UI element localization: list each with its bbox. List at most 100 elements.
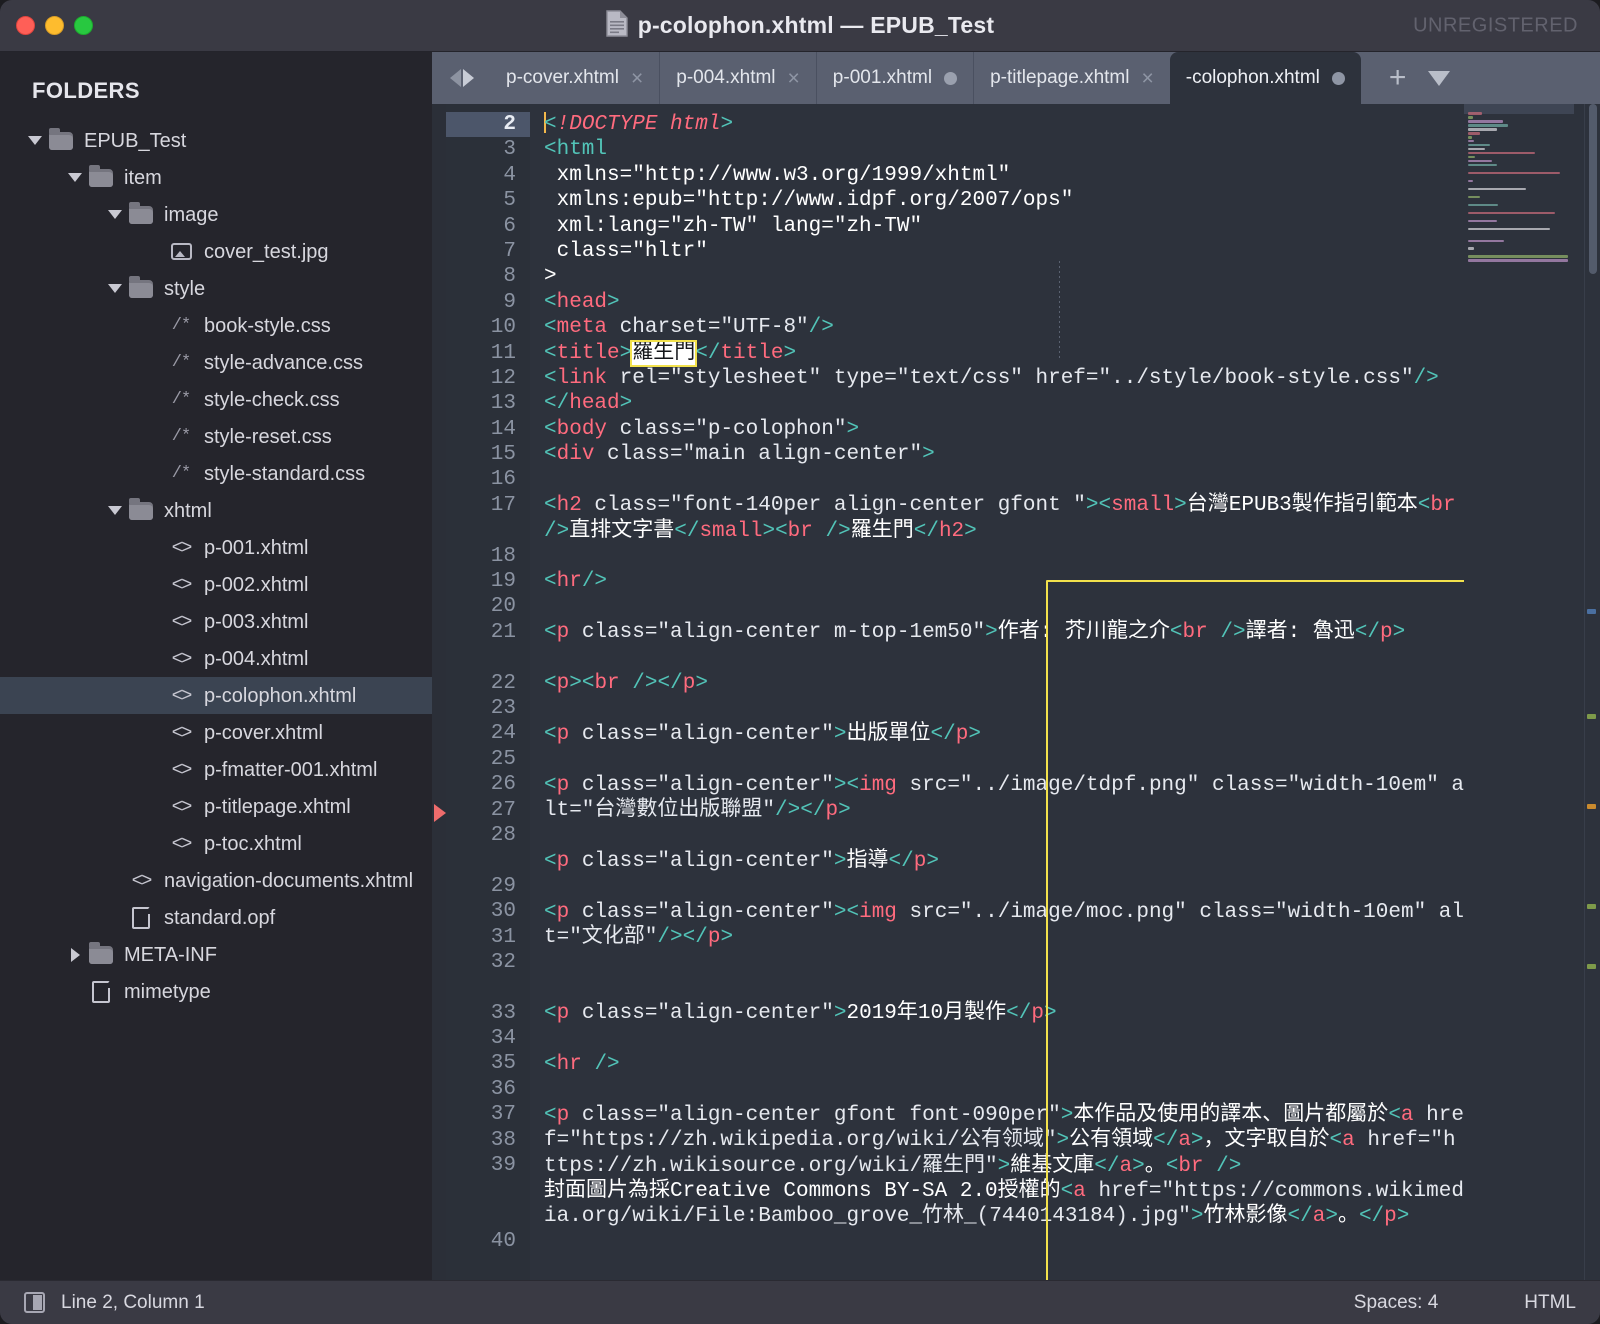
- tree-item-p-toc-xhtml[interactable]: <> p-toc.xhtml: [0, 825, 432, 862]
- tree-item-style-advance-css[interactable]: /* style-advance.css: [0, 344, 432, 381]
- line-number: 16: [490, 468, 516, 492]
- tree-item-cover-test-jpg[interactable]: cover_test.jpg: [0, 233, 432, 270]
- tree-item-p-002-xhtml[interactable]: <> p-002.xhtml: [0, 566, 432, 603]
- tab-nav-arrows[interactable]: [432, 52, 490, 104]
- minimap[interactable]: [1464, 104, 1584, 1280]
- tab-p-004-xhtml[interactable]: p-004.xhtml ×: [659, 52, 816, 104]
- minimap-line: [1468, 115, 1473, 119]
- tree-item-style-standard-css[interactable]: /* style-standard.css: [0, 455, 432, 492]
- line-number-wrap: .: [446, 1178, 530, 1203]
- tree-item-p-fmatter-001-xhtml[interactable]: <> p-fmatter-001.xhtml: [0, 751, 432, 788]
- unsaved-dot-icon[interactable]: [944, 71, 958, 85]
- tree-item-xhtml[interactable]: xhtml: [0, 492, 432, 529]
- tree-item-p-colophon-xhtml[interactable]: <> p-colophon.xhtml: [0, 677, 432, 714]
- minimap-line: [1468, 168, 1472, 171]
- line-number-gutter: 234567891011121314151617.18192021.222324…: [446, 104, 530, 1280]
- line-number: 8: [503, 265, 516, 289]
- tab-label: p-001.xhtml: [832, 67, 933, 88]
- tree-item-book-style-css[interactable]: /* book-style.css: [0, 307, 432, 344]
- chevron-down-icon[interactable]: [104, 210, 126, 219]
- close-button[interactable]: [16, 16, 35, 35]
- tree-item-style-check-css[interactable]: /* style-check.css: [0, 381, 432, 418]
- tree-item-navigation-documents-xhtml[interactable]: <> navigation-documents.xhtml: [0, 862, 432, 899]
- tree-item-p-titlepage-xhtml[interactable]: <> p-titlepage.xhtml: [0, 788, 432, 825]
- line-number: 10: [490, 316, 516, 340]
- tree-item-label: style-reset.css: [204, 425, 332, 448]
- vertical-scrollbar[interactable]: [1584, 104, 1600, 1280]
- chevron-down-icon[interactable]: [104, 506, 126, 515]
- line-number: 30: [490, 900, 516, 924]
- editor-pane: p-cover.xhtml × p-004.xhtml × p-001.xhtml p-t…: [432, 52, 1600, 1280]
- tab--colophon-xhtml[interactable]: -colophon.xhtml: [1169, 52, 1361, 104]
- fold-marker-icon[interactable]: [434, 804, 446, 822]
- minimap-line: [1468, 208, 1472, 211]
- minimap-line: [1468, 192, 1472, 195]
- status-right-group: Spaces: 4 HTML: [1354, 1292, 1576, 1314]
- unsaved-dot-icon[interactable]: [1331, 71, 1345, 85]
- new-tab-icon[interactable]: +: [1389, 63, 1407, 93]
- line-number: 20: [490, 595, 516, 619]
- tab-p-titlepage-xhtml[interactable]: p-titlepage.xhtml ×: [973, 52, 1170, 104]
- folder-icon: [46, 127, 76, 150]
- zoom-button[interactable]: [74, 16, 93, 35]
- sidebar-header: FOLDERS: [32, 78, 140, 103]
- tab-bar: p-cover.xhtml × p-004.xhtml × p-001.xhtml p-t…: [432, 52, 1600, 104]
- minimap-line: [1468, 179, 1473, 183]
- tree-item-style[interactable]: style: [0, 270, 432, 307]
- tree-item-p-cover-xhtml[interactable]: <> p-cover.xhtml: [0, 714, 432, 751]
- tree-item-meta-inf[interactable]: META-INF: [0, 936, 432, 973]
- chevron-right-icon[interactable]: [64, 947, 86, 962]
- tree-item-p-003-xhtml[interactable]: <> p-003.xhtml: [0, 603, 432, 640]
- fold-strip[interactable]: [432, 104, 446, 1280]
- tab-p-cover-xhtml[interactable]: p-cover.xhtml ×: [490, 52, 659, 104]
- tree-item-label: p-001.xhtml: [204, 536, 309, 559]
- line-number: 21: [490, 620, 516, 644]
- line-number-wrap: .: [446, 1204, 530, 1229]
- cursor-position-label[interactable]: Line 2, Column 1: [61, 1292, 205, 1314]
- code-content[interactable]: <!DOCTYPE html> <html xmlns="http://www.…: [530, 112, 1464, 1230]
- tree-item-style-reset-css[interactable]: /* style-reset.css: [0, 418, 432, 455]
- css-icon: /*: [171, 427, 191, 446]
- tab-p-001-xhtml[interactable]: p-001.xhtml: [815, 52, 973, 104]
- minimap-line: [1468, 211, 1556, 215]
- tree-item-p-004-xhtml[interactable]: <> p-004.xhtml: [0, 640, 432, 677]
- line-number: 35: [490, 1052, 516, 1076]
- tree-item-label: p-004.xhtml: [204, 647, 309, 670]
- tree-item-item[interactable]: item: [0, 159, 432, 196]
- minimap-line: [1468, 227, 1550, 231]
- prev-tab-arrow-icon[interactable]: [450, 69, 461, 87]
- line-number: 5: [503, 189, 516, 213]
- close-icon[interactable]: ×: [631, 68, 643, 89]
- close-icon[interactable]: ×: [788, 68, 800, 89]
- tab-tools: +: [1365, 52, 1471, 104]
- indentation-label[interactable]: Spaces: 4: [1354, 1292, 1439, 1314]
- minimap-line: [1468, 203, 1499, 207]
- unregistered-badge: UNREGISTERED: [1413, 14, 1578, 36]
- css-icon: /*: [171, 353, 191, 372]
- chevron-down-icon[interactable]: [104, 284, 126, 293]
- line-number: 9: [503, 290, 516, 314]
- tree-item-mimetype[interactable]: mimetype: [0, 973, 432, 1010]
- line-number: 32: [490, 950, 516, 974]
- tree-item-standard-opf[interactable]: standard.opf: [0, 899, 432, 936]
- chevron-down-icon[interactable]: [24, 136, 46, 145]
- minimap-line: [1468, 135, 1472, 139]
- chevron-down-icon[interactable]: [64, 173, 86, 182]
- tab-menu-chevron-down-icon[interactable]: [1428, 70, 1451, 86]
- line-number: 34: [490, 1027, 516, 1051]
- language-label[interactable]: HTML: [1524, 1292, 1576, 1314]
- line-number: 19: [490, 570, 516, 594]
- code-scroll[interactable]: <!DOCTYPE html> <html xmlns="http://www.…: [530, 104, 1464, 1280]
- minimap-line: [1468, 127, 1497, 131]
- minimize-button[interactable]: [45, 16, 64, 35]
- tree-item-epub-test[interactable]: EPUB_Test: [0, 122, 432, 159]
- tree-item-label: style: [164, 277, 206, 300]
- next-tab-arrow-icon[interactable]: [463, 69, 474, 87]
- tree-item-image[interactable]: image: [0, 196, 432, 233]
- sidebar-toggle-icon[interactable]: [24, 1292, 45, 1313]
- minimap-line: [1468, 112, 1483, 115]
- file-tree: EPUB_Test item image cover_test.jpgstyle /* b…: [0, 122, 432, 1010]
- close-icon[interactable]: ×: [1141, 68, 1153, 89]
- tree-item-p-001-xhtml[interactable]: <> p-001.xhtml: [0, 529, 432, 566]
- scrollbar-thumb[interactable]: [1589, 104, 1597, 274]
